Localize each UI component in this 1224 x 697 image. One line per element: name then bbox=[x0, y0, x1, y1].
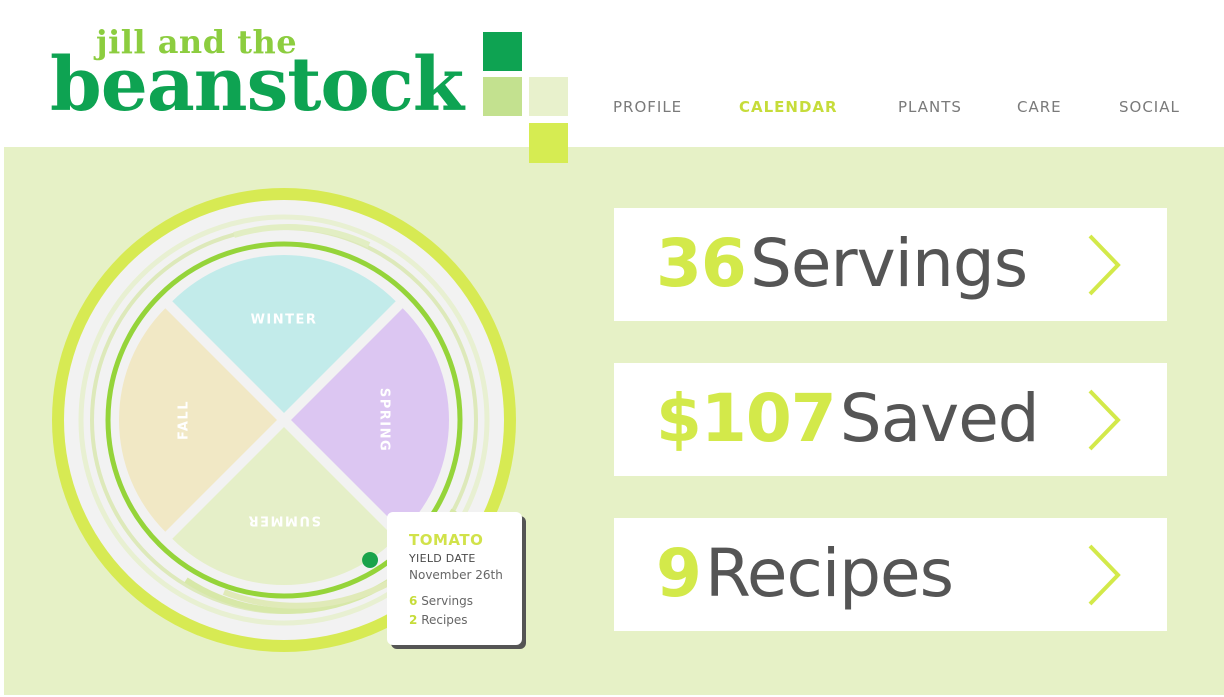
tooltip-recipes-label: Recipes bbox=[421, 613, 468, 627]
tooltip-servings-num: 6 bbox=[409, 594, 418, 608]
chevron-right-icon[interactable] bbox=[1084, 234, 1144, 296]
chevron-right-icon[interactable] bbox=[1084, 389, 1144, 451]
logo-wordmark[interactable]: beanstock bbox=[50, 48, 464, 122]
chevron-right-icon[interactable] bbox=[1084, 544, 1144, 606]
stat-line: 9 Recipes bbox=[656, 532, 954, 633]
nav-plants[interactable]: PLANTS bbox=[898, 98, 962, 118]
stat-value: 36 bbox=[656, 225, 747, 302]
tooltip-title: TOMATO bbox=[409, 531, 484, 549]
tooltip-servings-label: Servings bbox=[421, 594, 474, 608]
logo-square-lime bbox=[529, 123, 568, 163]
tooltip-recipes: 2 Recipes bbox=[409, 613, 468, 627]
tooltip-servings: 6 Servings bbox=[409, 594, 473, 608]
stat-label: Saved bbox=[839, 380, 1040, 457]
stat-value: $107 bbox=[656, 380, 837, 457]
location-marker-icon[interactable] bbox=[362, 552, 379, 568]
tooltip-subtitle: YIELD DATE bbox=[409, 552, 476, 565]
logo-square-dark bbox=[483, 32, 522, 71]
stat-label: Servings bbox=[749, 225, 1028, 302]
nav-care[interactable]: CARE bbox=[1017, 98, 1062, 118]
stat-value: 9 bbox=[656, 535, 702, 612]
season-label-fall: FALL bbox=[177, 400, 192, 440]
stat-line: $107 Saved bbox=[656, 377, 1040, 478]
logo-square-mid bbox=[483, 77, 522, 116]
tooltip-date: November 26th bbox=[409, 568, 503, 582]
tooltip-recipes-num: 2 bbox=[409, 613, 418, 627]
stat-card-saved[interactable]: $107 Saved bbox=[614, 363, 1167, 476]
nav-social[interactable]: SOCIAL bbox=[1119, 98, 1180, 118]
nav-profile[interactable]: PROFILE bbox=[613, 98, 682, 118]
header: jill and the beanstock PROFILE CALENDAR … bbox=[0, 0, 1224, 163]
logo-square-light bbox=[529, 77, 568, 116]
plant-tooltip[interactable]: TOMATO YIELD DATE November 26th 6 Servin… bbox=[387, 512, 522, 645]
nav-calendar[interactable]: CALENDAR bbox=[739, 98, 838, 118]
stat-card-servings[interactable]: 36 Servings bbox=[614, 208, 1167, 321]
season-label-spring: SPRING bbox=[377, 388, 392, 452]
stat-line: 36 Servings bbox=[656, 222, 1028, 323]
season-label-summer: SUMMER bbox=[247, 513, 321, 528]
stat-label: Recipes bbox=[705, 535, 954, 612]
season-label-winter: WINTER bbox=[251, 313, 318, 328]
stat-card-recipes[interactable]: 9 Recipes bbox=[614, 518, 1167, 631]
